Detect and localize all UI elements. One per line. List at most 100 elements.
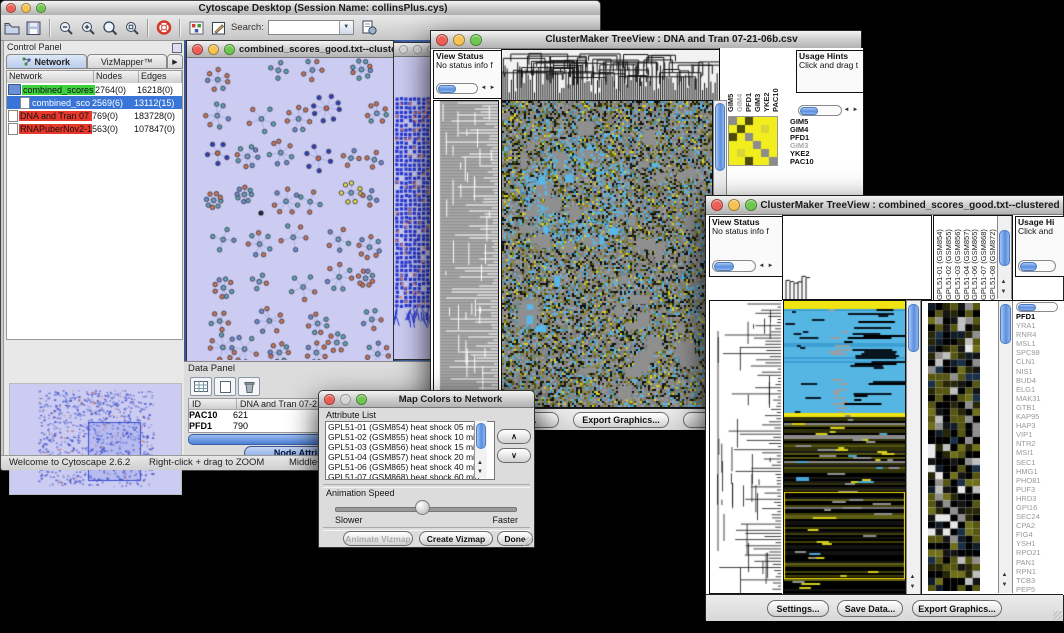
scroll-right-icon[interactable]: ► bbox=[851, 106, 860, 115]
zoom-window-icon[interactable] bbox=[356, 394, 367, 405]
vizmap-icon-button[interactable] bbox=[185, 18, 207, 38]
overview-thumbnail[interactable] bbox=[10, 384, 179, 492]
minimize-icon[interactable] bbox=[728, 199, 740, 211]
gene-label[interactable]: PEP5 bbox=[1016, 585, 1064, 593]
gene-label[interactable]: YRA1 bbox=[1016, 321, 1064, 330]
network-view-titlebar[interactable]: combined_scores_good.txt--cluste... bbox=[187, 41, 393, 58]
attribute-list[interactable]: GPL51-01 (GSM854) heat shock 05 minGPL51… bbox=[325, 421, 495, 480]
attribute-item[interactable]: GPL51-02 (GSM855) heat shock 10 min bbox=[326, 432, 494, 442]
zoom-in-button[interactable] bbox=[77, 18, 99, 38]
scroll-right-icon[interactable]: ► bbox=[488, 84, 497, 93]
zoom-vscrollbar[interactable]: ▲ ▼ bbox=[998, 301, 1013, 593]
gene-label[interactable]: NIS1 bbox=[1016, 367, 1064, 376]
gene-label[interactable]: YSH1 bbox=[1016, 539, 1064, 548]
gene-label[interactable]: HMG1 bbox=[1016, 467, 1064, 476]
attribute-item[interactable]: GPL51-07 (GSM868) heat shock 60 min bbox=[326, 472, 494, 480]
scroll-up-icon[interactable]: ▲ bbox=[907, 573, 918, 582]
gene-label[interactable]: ELG1 bbox=[1016, 385, 1064, 394]
gene-label[interactable]: PFD1 bbox=[1016, 312, 1064, 321]
delete-attribute-button[interactable] bbox=[238, 377, 260, 396]
attribute-browser-button[interactable] bbox=[358, 18, 380, 38]
gene-label[interactable]: RPN1 bbox=[1016, 567, 1064, 576]
scroll-left-icon[interactable]: ◄ bbox=[757, 262, 766, 271]
scroll-down-icon[interactable]: ▼ bbox=[999, 581, 1010, 590]
zoom-window-icon[interactable] bbox=[224, 44, 235, 55]
gene-label[interactable]: RPO21 bbox=[1016, 548, 1064, 557]
minimize-icon[interactable] bbox=[340, 394, 351, 405]
scroll-down-icon[interactable]: ▼ bbox=[907, 583, 918, 592]
minimize-icon[interactable] bbox=[21, 3, 31, 13]
close-icon[interactable] bbox=[711, 199, 723, 211]
annotation-button[interactable] bbox=[207, 18, 229, 38]
gene-label[interactable]: PUF3 bbox=[1016, 485, 1064, 494]
tab-overflow-button[interactable]: ▶ bbox=[167, 54, 183, 69]
gene-label[interactable]: TCB3 bbox=[1016, 576, 1064, 585]
gene-label[interactable]: PAN1 bbox=[1016, 558, 1064, 567]
zoom-window-icon[interactable] bbox=[745, 199, 757, 211]
gene-label[interactable]: MAK31 bbox=[1016, 394, 1064, 403]
column-dendrogram[interactable] bbox=[501, 49, 720, 101]
gene-label[interactable]: GTB1 bbox=[1016, 403, 1064, 412]
close-icon[interactable] bbox=[324, 394, 335, 405]
zoom-fit-button[interactable] bbox=[121, 18, 143, 38]
row-dendrogram[interactable] bbox=[433, 100, 499, 408]
scroll-down-icon[interactable]: ▼ bbox=[998, 288, 1009, 297]
attribute-item[interactable]: GPL51-06 (GSM865) heat shock 40 min bbox=[326, 462, 494, 472]
gene-label[interactable]: PHO81 bbox=[1016, 476, 1064, 485]
save-data-button[interactable]: Save Data... bbox=[837, 600, 903, 617]
save-session-button[interactable] bbox=[23, 18, 45, 38]
gene-label[interactable]: VIP1 bbox=[1016, 430, 1064, 439]
search-dropdown-icon[interactable]: ▼ bbox=[339, 21, 353, 34]
move-up-button[interactable]: ∧ bbox=[497, 429, 531, 444]
column-edges[interactable]: Edges bbox=[139, 71, 182, 83]
network-canvas[interactable] bbox=[187, 58, 391, 360]
gene-label[interactable]: HRD3 bbox=[1016, 494, 1064, 503]
attribute-list-vscrollbar[interactable]: ▲ ▼ bbox=[474, 421, 487, 478]
open-session-button[interactable] bbox=[1, 18, 23, 38]
network-list[interactable]: combined_scores2764(0)16218(0)combined_s… bbox=[6, 83, 183, 340]
network-overview-panel[interactable] bbox=[9, 383, 182, 495]
main-titlebar[interactable]: Cytoscape Desktop (Session Name: collins… bbox=[1, 1, 600, 16]
gene-label[interactable]: FIG4 bbox=[1016, 530, 1064, 539]
network-list-row[interactable]: combined_sco2569(6)13112(15) bbox=[7, 96, 182, 109]
gene-label[interactable]: HAP3 bbox=[1016, 421, 1064, 430]
gene-label[interactable]: NTR2 bbox=[1016, 439, 1064, 448]
gene-label[interactable]: BUD4 bbox=[1016, 376, 1064, 385]
gene-label[interactable]: RNR4 bbox=[1016, 330, 1064, 339]
column-id[interactable]: ID bbox=[189, 399, 237, 409]
usage-hints-hscrollbar[interactable] bbox=[798, 105, 842, 116]
resize-grip[interactable] bbox=[524, 537, 533, 546]
gene-label[interactable]: GPI16 bbox=[1016, 503, 1064, 512]
scroll-up-icon[interactable]: ▲ bbox=[475, 459, 485, 468]
float-panel-icon[interactable] bbox=[172, 43, 182, 53]
gene-label[interactable]: MSL1 bbox=[1016, 339, 1064, 348]
attribute-item[interactable]: GPL51-01 (GSM854) heat shock 05 min bbox=[326, 422, 494, 432]
scroll-left-icon[interactable]: ◄ bbox=[842, 106, 851, 115]
zoom-window-icon[interactable] bbox=[470, 34, 482, 46]
select-attributes-button[interactable] bbox=[190, 377, 212, 396]
treeview1-titlebar[interactable]: ClusterMaker TreeView : DNA and Tran 07-… bbox=[431, 31, 861, 49]
column-labels-vscrollbar[interactable]: ▲ ▼ bbox=[997, 216, 1012, 299]
gene-label[interactable]: CLN1 bbox=[1016, 357, 1064, 366]
gene-label[interactable]: SPC98 bbox=[1016, 348, 1064, 357]
attribute-item[interactable]: GPL51-04 (GSM857) heat shock 20 min bbox=[326, 452, 494, 462]
tab-vizmapper[interactable]: VizMapper™ bbox=[87, 54, 168, 69]
gene-label[interactable]: CPA2 bbox=[1016, 521, 1064, 530]
network-view-window[interactable]: combined_scores_good.txt--cluste... bbox=[186, 40, 394, 362]
new-attribute-button[interactable] bbox=[214, 377, 236, 396]
search-input[interactable]: ▼ bbox=[268, 20, 354, 35]
minimize-icon[interactable] bbox=[413, 45, 422, 54]
export-graphics-button[interactable]: Export Graphics... bbox=[912, 600, 1002, 617]
scroll-up-icon[interactable]: ▲ bbox=[999, 571, 1010, 580]
heatmap-vscrollbar[interactable]: ▲ ▼ bbox=[906, 300, 921, 596]
network-table-header[interactable]: Network Nodes Edges bbox=[6, 70, 183, 84]
gene-label[interactable]: KAP95 bbox=[1016, 412, 1064, 421]
export-graphics-button[interactable]: Export Graphics... bbox=[573, 412, 669, 428]
scroll-down-icon[interactable]: ▼ bbox=[475, 468, 485, 477]
animate-vizmap-button[interactable]: Animate Vizmap bbox=[343, 531, 413, 546]
network-list-row[interactable]: combined_scores2764(0)16218(0) bbox=[7, 83, 182, 96]
close-icon[interactable] bbox=[399, 45, 408, 54]
close-icon[interactable] bbox=[6, 3, 16, 13]
create-vizmap-button[interactable]: Create Vizmap bbox=[419, 531, 493, 546]
zoom-selected-button[interactable] bbox=[99, 18, 121, 38]
